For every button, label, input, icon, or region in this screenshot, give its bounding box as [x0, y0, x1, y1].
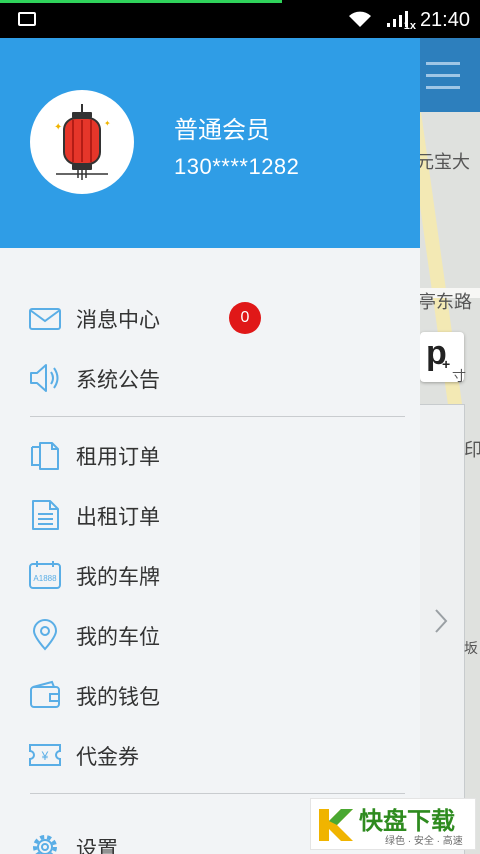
- map-label: 印: [464, 440, 480, 460]
- document-icon: [32, 500, 59, 530]
- plus-icon: +: [442, 356, 451, 372]
- avatar[interactable]: ✦ ✦: [30, 90, 134, 194]
- navigation-drawer: ✦ ✦ 普通会员 130****1282 消息中心 0 系统公告 租用订单 出租…: [0, 38, 420, 854]
- menu-label: 消息中心: [76, 309, 160, 332]
- watermark-logo: 快盘下载 绿色 · 安全 · 高速: [310, 798, 476, 850]
- menu-label: 我的钱包: [76, 686, 160, 709]
- gear-icon: [33, 835, 57, 854]
- menu-item-my-wallet[interactable]: 我的钱包: [0, 665, 420, 725]
- documents-icon: [31, 442, 59, 470]
- menu-item-my-plates[interactable]: A1888 我的车牌: [0, 545, 420, 605]
- member-level: 普通会员: [174, 117, 270, 144]
- k-logo-icon: [319, 809, 353, 841]
- menu-item-rent-orders[interactable]: 租用订单: [0, 425, 420, 485]
- watermark-title: 快盘下载: [359, 808, 455, 835]
- location-pin-icon: [32, 619, 58, 651]
- menu-label: 设置: [76, 838, 118, 854]
- map-top-bar: [420, 38, 480, 112]
- lantern-icon: ✦ ✦: [54, 104, 111, 180]
- image-notification-icon: [18, 12, 36, 26]
- wifi-icon: [349, 11, 371, 27]
- menu-item-lease-orders[interactable]: 出租订单: [0, 485, 420, 545]
- yen-symbol: ¥: [41, 749, 49, 763]
- svg-text:✦: ✦: [104, 119, 111, 128]
- watermark-subtitle: 绿色 · 安全 · 高速: [385, 836, 463, 847]
- menu-label: 代金券: [76, 746, 139, 769]
- speaker-icon: [30, 364, 59, 392]
- chevron-right-icon[interactable]: [434, 608, 448, 634]
- license-plate-icon: A1888: [29, 561, 61, 589]
- menu-label: 系统公告: [76, 369, 160, 392]
- menu-item-messages[interactable]: 消息中心 0: [0, 288, 420, 348]
- menu-item-my-spaces[interactable]: 我的车位: [0, 605, 420, 665]
- menu-label: 我的车位: [76, 626, 160, 649]
- wallet-icon: [30, 680, 60, 708]
- voucher-icon: ¥: [29, 744, 61, 766]
- unread-badge: 0: [229, 302, 261, 334]
- menu-label: 租用订单: [76, 446, 160, 469]
- menu-item-announcements[interactable]: 系统公告: [0, 348, 420, 408]
- download-progress: [0, 0, 282, 3]
- menu-label: 我的车牌: [76, 566, 160, 589]
- svg-text:✦: ✦: [54, 122, 62, 133]
- map-label: 坂: [464, 640, 478, 656]
- plate-text: A1888: [33, 574, 57, 583]
- map-background[interactable]: 元宝大 亭东路 p + 寸 印 坂: [420, 38, 480, 854]
- clock: 21:40: [419, 9, 470, 31]
- divider: [30, 793, 405, 794]
- envelope-icon: [29, 308, 61, 330]
- profile-header[interactable]: ✦ ✦ 普通会员 130****1282: [0, 38, 420, 248]
- network-speed: 1x: [403, 20, 416, 32]
- menu-item-vouchers[interactable]: ¥ 代金券: [0, 725, 420, 785]
- map-label: 亭东路: [420, 292, 472, 312]
- phone-number: 130****1282: [174, 154, 300, 179]
- divider: [30, 416, 405, 417]
- map-label: 元宝大: [420, 152, 470, 172]
- map-label: 寸: [452, 368, 466, 384]
- status-bar: 1x 21:40: [0, 0, 480, 38]
- menu-label: 出租订单: [76, 506, 160, 529]
